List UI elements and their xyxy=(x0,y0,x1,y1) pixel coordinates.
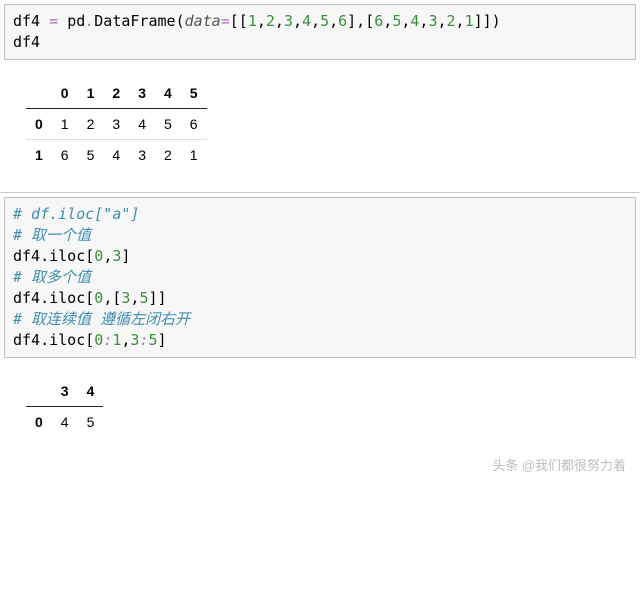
table-row: 1 6 5 4 3 2 1 xyxy=(26,140,207,171)
code-line: df4.iloc[0:1,3:5] xyxy=(13,331,167,349)
col-header: 3 xyxy=(52,376,78,407)
code-comment: # 取多个值 xyxy=(13,268,91,286)
col-header: 3 xyxy=(129,78,155,109)
code-line: df4.iloc[0,3] xyxy=(13,247,130,265)
code-cell-1[interactable]: df4 = pd.DataFrame(data=[[1,2,3,4,5,6],[… xyxy=(4,4,636,60)
table-row: 0 1 2 3 4 5 6 xyxy=(26,109,207,140)
code-line: df4 = pd.DataFrame(data=[[1,2,3,4,5,6],[… xyxy=(13,12,501,30)
code-comment: # 取一个值 xyxy=(13,226,91,244)
code-line: df4.iloc[0,[3,5]] xyxy=(13,289,167,307)
dataframe-table-1: 0 1 2 3 4 5 0 1 2 3 4 5 6 1 6 5 4 xyxy=(26,78,207,170)
output-cell-2: 3 4 0 4 5 xyxy=(0,362,640,451)
code-comment: # 取连续值 遵循左闭右开 xyxy=(13,310,190,328)
col-header: 2 xyxy=(103,78,129,109)
row-index: 0 xyxy=(26,407,52,438)
code-line: df4 xyxy=(13,33,40,51)
col-header: 4 xyxy=(78,376,104,407)
col-header: 4 xyxy=(155,78,181,109)
row-index: 1 xyxy=(26,140,52,171)
row-index: 0 xyxy=(26,109,52,140)
code-comment: # df.iloc["a"] xyxy=(13,205,139,223)
cell-separator xyxy=(0,192,640,193)
col-header: 0 xyxy=(52,78,78,109)
table-row: 0 4 5 xyxy=(26,407,103,438)
dataframe-table-2: 3 4 0 4 5 xyxy=(26,376,103,437)
col-header: 1 xyxy=(78,78,104,109)
code-cell-2[interactable]: # df.iloc["a"] # 取一个值 df4.iloc[0,3] # 取多… xyxy=(4,197,636,358)
output-cell-1: 0 1 2 3 4 5 0 1 2 3 4 5 6 1 6 5 4 xyxy=(0,64,640,184)
col-header: 5 xyxy=(181,78,207,109)
watermark-text: 头条 @我们都很努力着 xyxy=(0,451,640,480)
